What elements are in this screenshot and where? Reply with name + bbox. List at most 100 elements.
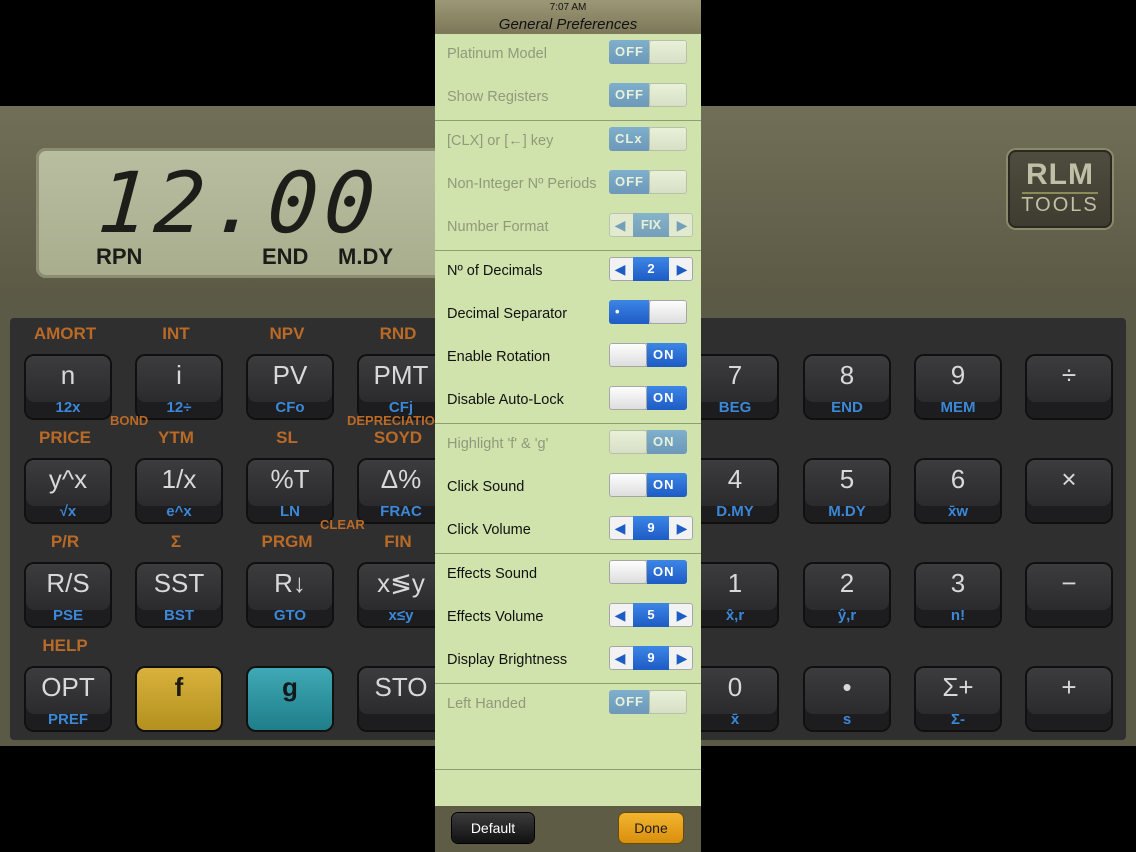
calc-key[interactable]: 9 MEM xyxy=(916,356,1000,418)
calc-key[interactable]: PMT CFj xyxy=(359,356,443,418)
calc-key[interactable]: OPT PREF xyxy=(26,668,110,730)
calc-key[interactable]: 0 x̄ xyxy=(693,668,777,730)
key-top-label: SOYD xyxy=(373,428,423,447)
calc-key[interactable]: 2 ŷ,r xyxy=(805,564,889,626)
key-label: STO xyxy=(374,672,428,702)
default-button[interactable]: Default xyxy=(452,813,534,843)
calc-key[interactable]: STO xyxy=(359,668,443,730)
calc-key[interactable]: 6 x̄w xyxy=(916,460,1000,522)
key-label: × xyxy=(1061,464,1077,494)
key-top-label: FIN xyxy=(384,532,412,551)
stepper-value: 9 xyxy=(633,516,669,541)
preference-row: Non-Integer Nº Periods OFF xyxy=(435,163,701,208)
calc-key[interactable]: %T LN xyxy=(248,460,332,522)
calc-key[interactable]: x≶y x≤y xyxy=(359,564,443,626)
preference-row: Disable Auto-Lock ON xyxy=(435,380,701,425)
preference-row: Effects Volume ◀ 5 ▶ xyxy=(435,596,701,641)
calc-key[interactable]: + xyxy=(1027,668,1111,730)
key-label: • xyxy=(842,672,852,702)
key-label: R/S xyxy=(46,568,90,598)
calc-key[interactable]: ÷ xyxy=(1027,356,1111,418)
key-top-label: INT xyxy=(162,324,190,343)
preference-row: Left Handed OFF xyxy=(435,683,701,728)
calc-key[interactable]: f xyxy=(137,668,221,730)
stepper-value: 2 xyxy=(633,256,669,281)
toggle-state-label: ON xyxy=(653,433,675,449)
general-preferences-panel: 7:07 AM General Preferences Platinum Mod… xyxy=(435,0,701,852)
calc-key[interactable]: i 12÷ xyxy=(137,356,221,418)
preference-toggle[interactable]: ON xyxy=(609,386,687,411)
toggle-state-label: • xyxy=(615,303,621,319)
key-sublabel: x̄w xyxy=(947,503,968,520)
increment-arrow-icon[interactable]: ▶ xyxy=(671,257,693,281)
preference-label: Number Format xyxy=(447,219,549,236)
calc-key[interactable]: 5 M.DY xyxy=(805,460,889,522)
toggle-knob xyxy=(609,386,647,411)
increment-arrow-icon[interactable]: ▶ xyxy=(671,516,693,540)
toggle-knob xyxy=(609,343,647,368)
calc-key[interactable]: 7 BEG xyxy=(693,356,777,418)
rlm-tools-logo[interactable]: RLM TOOLS xyxy=(1008,150,1112,228)
key-group-label: BOND xyxy=(110,413,149,428)
key-sublabel: e^x xyxy=(166,503,192,520)
calc-key[interactable]: n 12x xyxy=(26,356,110,418)
calc-key[interactable]: PV CFo xyxy=(248,356,332,418)
stepper-value: FIX xyxy=(633,213,669,238)
preference-label: Platinum Model xyxy=(447,46,547,62)
preference-label: [CLX] or [←] key xyxy=(447,132,554,149)
key-label: − xyxy=(1061,568,1077,598)
decrement-arrow-icon[interactable]: ◀ xyxy=(609,603,631,627)
calc-key[interactable]: Δ% FRAC xyxy=(359,460,443,522)
calc-key[interactable]: R↓ GTO xyxy=(248,564,332,626)
decrement-arrow-icon[interactable]: ◀ xyxy=(609,516,631,540)
calc-key[interactable]: R/S PSE xyxy=(26,564,110,626)
preference-toggle[interactable]: ON xyxy=(609,473,687,497)
key-label: SST xyxy=(153,568,205,598)
preference-stepper: ◀ FIX ▶ xyxy=(609,213,693,238)
calc-key[interactable]: 3 n! xyxy=(916,564,1000,626)
toggle-knob xyxy=(649,689,687,714)
calc-key[interactable]: SST BST xyxy=(137,564,221,626)
preference-label: Enable Rotation xyxy=(447,349,551,366)
calc-key[interactable]: Σ+ Σ- xyxy=(916,668,1000,730)
key-sublabel: s xyxy=(842,711,852,728)
annunciator-mdy: M.DY xyxy=(338,244,393,269)
calc-key[interactable]: 1/x e^x xyxy=(137,460,221,522)
logo-bottom: TOOLS xyxy=(1021,194,1099,216)
increment-arrow-icon[interactable]: ▶ xyxy=(671,646,693,670)
increment-arrow-icon[interactable]: ▶ xyxy=(671,603,693,627)
key-label: 0 xyxy=(727,672,743,702)
preference-row: Number Format ◀ FIX ▶ xyxy=(435,207,701,252)
key-sublabel: BEG xyxy=(718,399,752,416)
key-sublabel: x≤y xyxy=(388,607,414,624)
preference-stepper: ◀ 5 ▶ xyxy=(609,602,693,627)
key-sublabel: √x xyxy=(59,503,77,520)
key-label: 2 xyxy=(839,568,855,598)
preference-row: Click Volume ◀ 9 ▶ xyxy=(435,510,701,555)
key-label: 3 xyxy=(950,568,966,598)
key-label: 4 xyxy=(727,464,743,494)
key-top-label: HELP xyxy=(42,636,88,655)
calc-key[interactable]: 1 x̂,r xyxy=(693,564,777,626)
toggle-state-label: ON xyxy=(653,347,675,363)
decrement-arrow-icon[interactable]: ◀ xyxy=(609,646,631,670)
key-top-label: P/R xyxy=(50,532,80,551)
key-label: PV xyxy=(272,360,308,390)
calc-key[interactable]: • s xyxy=(805,668,889,730)
calc-key[interactable]: y^x √x xyxy=(26,460,110,522)
done-button[interactable]: Done xyxy=(619,813,683,843)
preference-toggle[interactable]: • xyxy=(609,299,687,324)
preference-toggle[interactable]: ON xyxy=(609,343,687,368)
toggle-state-label: OFF xyxy=(615,87,644,103)
preference-label: Nº of Decimals xyxy=(447,262,543,279)
calc-key[interactable]: × xyxy=(1027,460,1111,522)
empty-row xyxy=(435,726,701,770)
calc-key[interactable]: 8 END xyxy=(805,356,889,418)
calc-key[interactable]: − xyxy=(1027,564,1111,626)
key-sublabel: MEM xyxy=(940,399,976,416)
calc-key[interactable]: 4 D.MY xyxy=(693,460,777,522)
decrement-arrow-icon[interactable]: ◀ xyxy=(609,257,631,281)
preference-toggle[interactable]: ON xyxy=(609,559,687,584)
key-sublabel: n! xyxy=(950,607,966,624)
calc-key[interactable]: g xyxy=(248,668,332,730)
